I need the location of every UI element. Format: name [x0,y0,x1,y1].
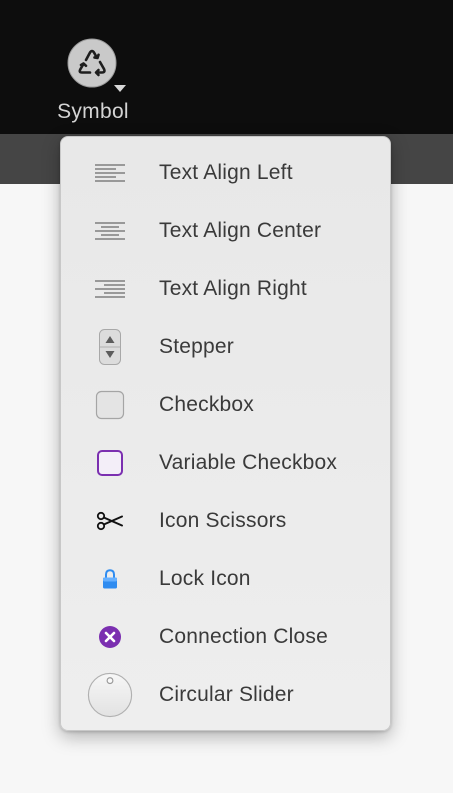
menu-item-text-align-left[interactable]: Text Align Left [61,144,390,202]
text-align-left-icon [87,144,133,202]
menu-item-label: Lock Icon [159,567,251,590]
symbol-tool-label: Symbol [57,100,129,123]
menu-item-label: Variable Checkbox [159,451,338,474]
checkbox-icon [87,376,133,434]
menu-item-variable-checkbox[interactable]: Variable Checkbox [61,434,390,492]
variable-checkbox-icon [87,434,133,492]
menu-item-label: Text Align Left [159,161,293,184]
menu-item-text-align-right[interactable]: Text Align Right [61,260,390,318]
connection-close-icon [87,608,133,666]
menu-item-label: Circular Slider [159,683,294,706]
menu-item-label: Text Align Right [159,277,307,300]
symbol-tool-button[interactable]: Symbol [46,34,140,130]
menu-item-label: Checkbox [159,393,254,416]
text-align-right-icon [87,260,133,318]
scissors-icon [87,492,133,550]
stepper-icon [87,318,133,376]
menu-item-label: Connection Close [159,625,328,648]
chevron-down-icon [114,85,126,92]
recycle-icon [67,38,117,88]
circular-slider-icon [87,666,133,724]
menu-item-stepper[interactable]: Stepper [61,318,390,376]
menu-item-connection-close[interactable]: Connection Close [61,608,390,666]
menu-item-lock-icon[interactable]: Lock Icon [61,550,390,608]
toolbar: Symbol [0,0,453,134]
menu-item-label: Stepper [159,335,234,358]
menu-item-checkbox[interactable]: Checkbox [61,376,390,434]
menu-item-label: Icon Scissors [159,509,287,532]
menu-item-circular-slider[interactable]: Circular Slider [61,666,390,724]
menu-item-icon-scissors[interactable]: Icon Scissors [61,492,390,550]
symbol-dropdown-menu: Text Align Left Text Align Center Text A… [60,136,391,731]
lock-icon [87,550,133,608]
menu-item-label: Text Align Center [159,219,322,242]
text-align-center-icon [87,202,133,260]
menu-item-text-align-center[interactable]: Text Align Center [61,202,390,260]
